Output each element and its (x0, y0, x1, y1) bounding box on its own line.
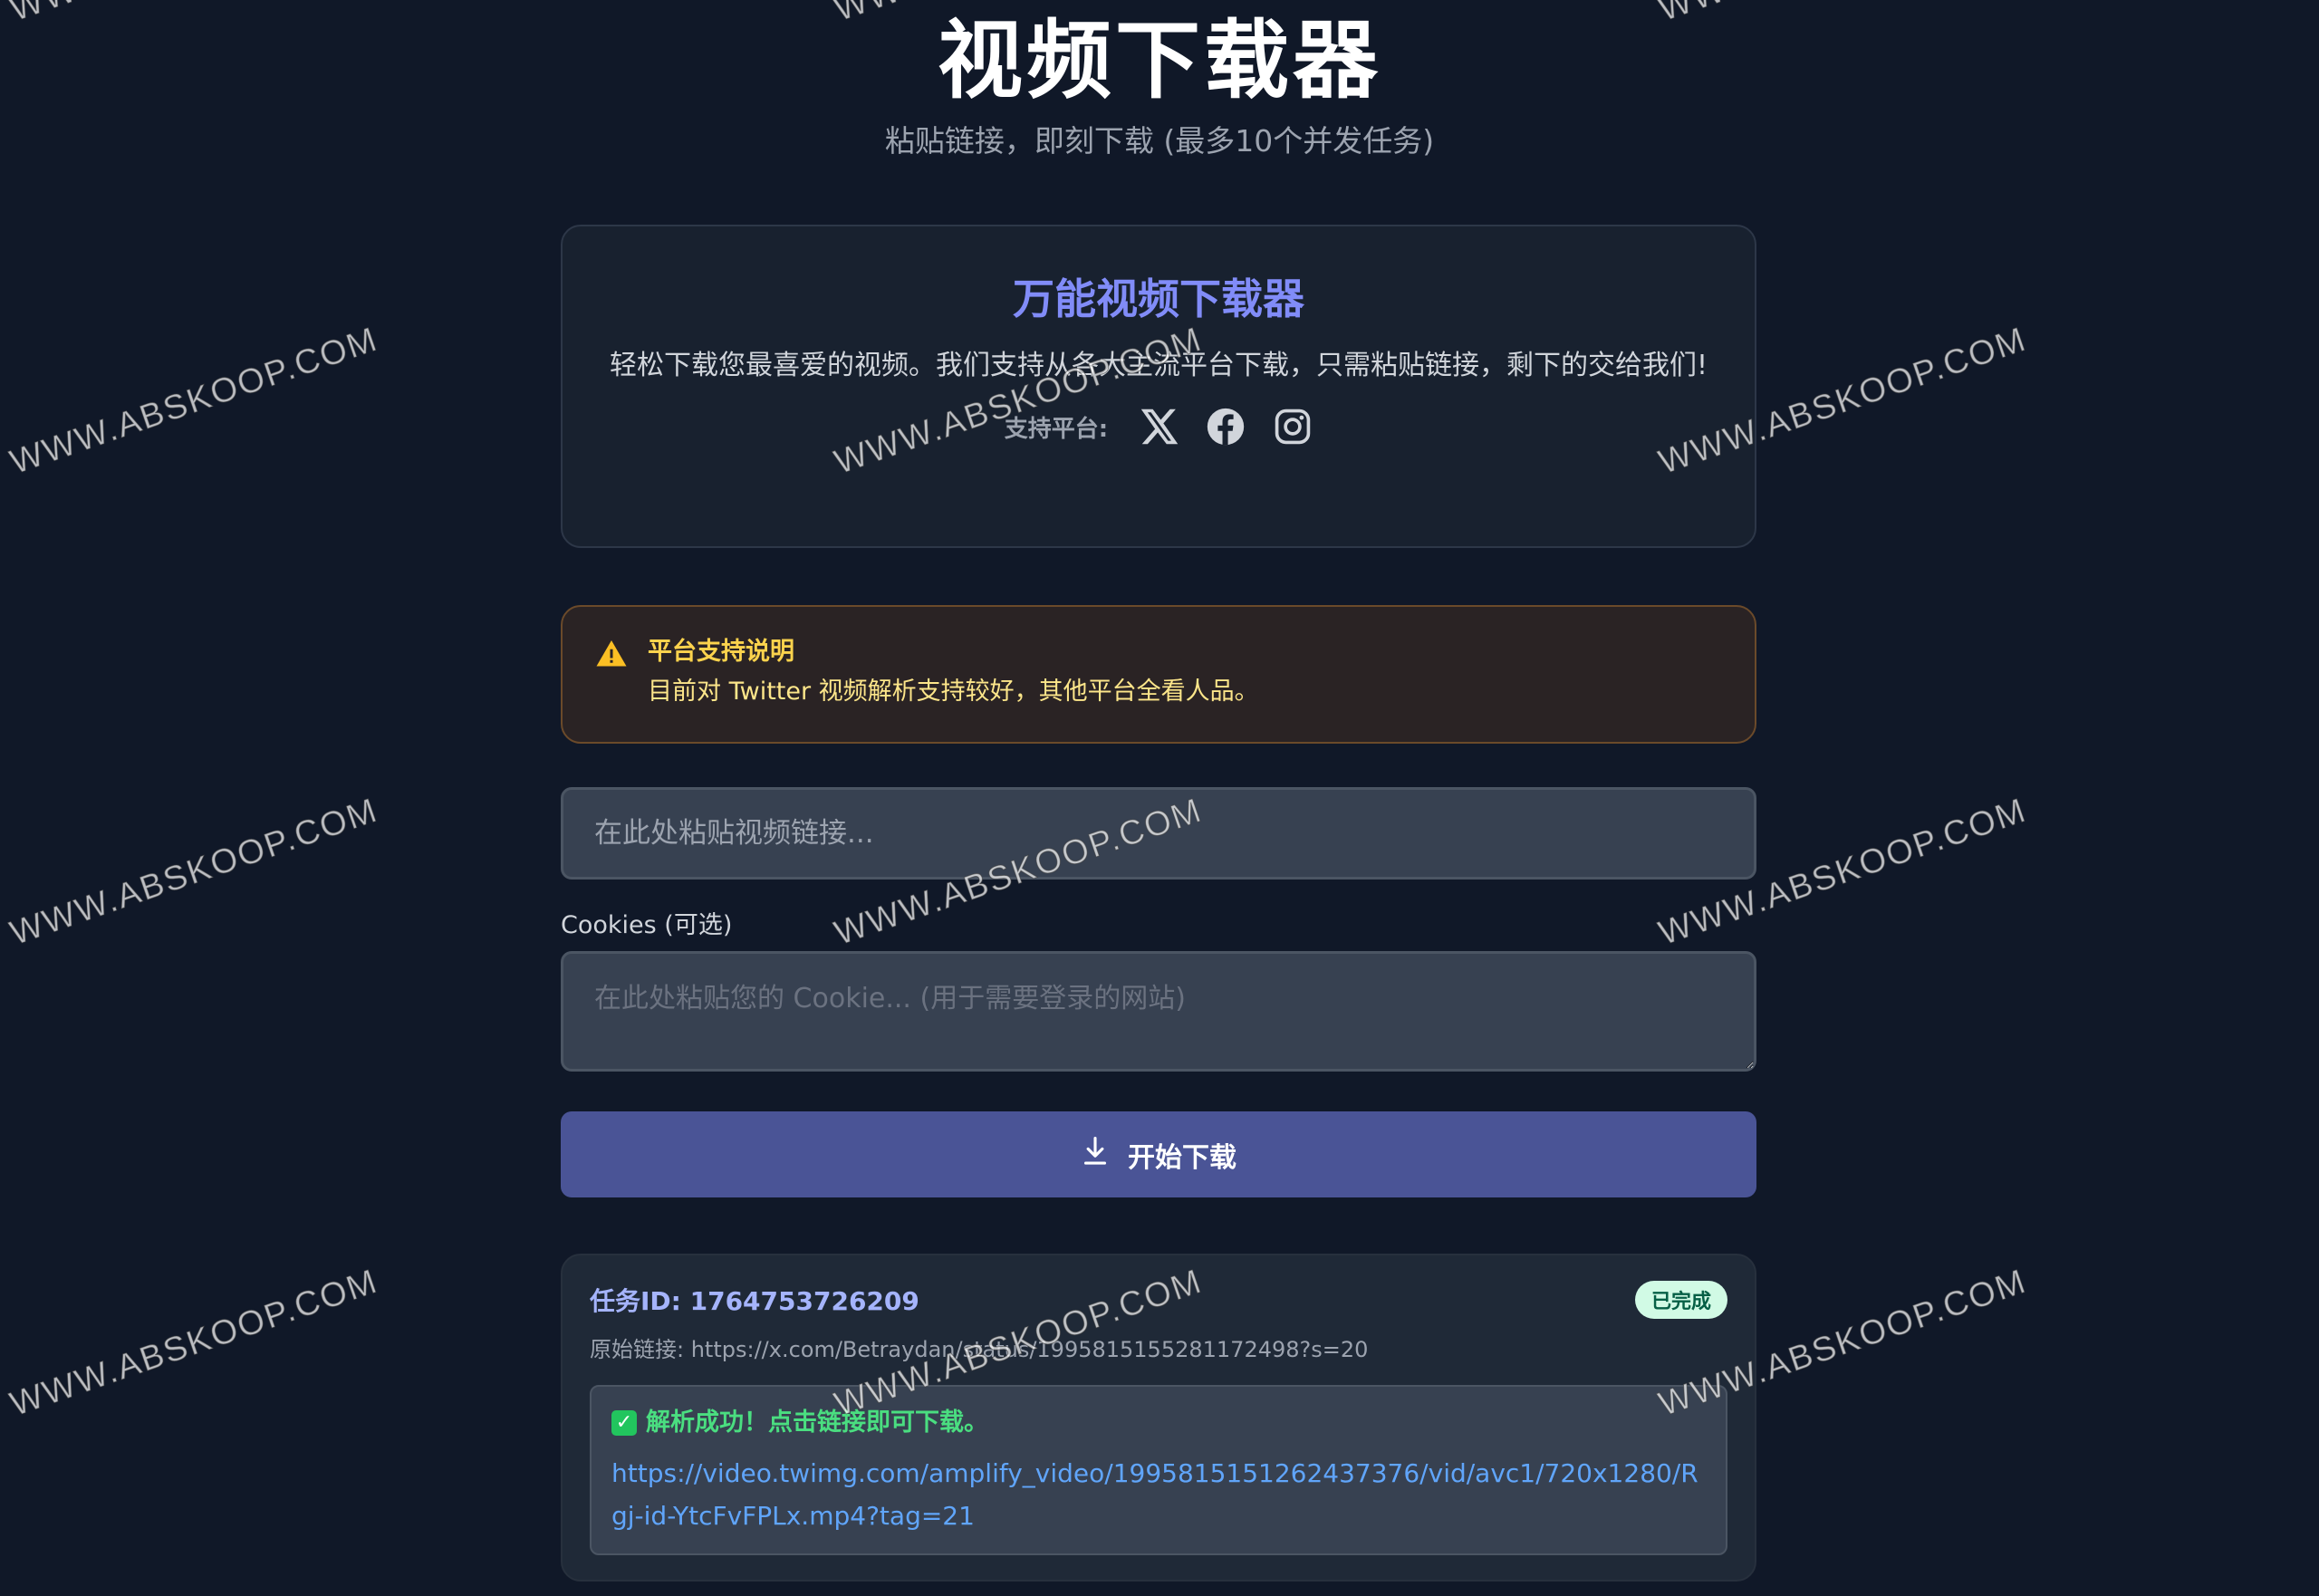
check-icon: ✓ (611, 1410, 637, 1436)
platforms-label: 支持平台: (1004, 415, 1109, 443)
download-icon (1081, 1136, 1110, 1174)
cookies-input[interactable] (561, 951, 1756, 1072)
task-id: 任务ID: 1764753726209 (590, 1286, 919, 1316)
intro-description: 轻松下载您最喜爱的视频。我们支持从各大主流平台下载，只需粘贴链接，剩下的交给我们… (609, 350, 1708, 381)
cookies-label: Cookies (可选) (561, 911, 733, 939)
instagram-icon (1273, 407, 1313, 447)
x-icon (1139, 407, 1179, 447)
status-badge: 已完成 (1634, 1281, 1727, 1319)
task-result: ✓ 解析成功！点击链接即可下载。 https://video.twimg.com… (590, 1385, 1727, 1555)
result-status: ✓ 解析成功！点击链接即可下载。 (611, 1403, 1706, 1443)
facebook-icon (1206, 407, 1246, 447)
platform-notice: 平台支持说明 目前对 Twitter 视频解析支持较好，其他平台全看人品。 (561, 605, 1756, 744)
watermark: WWW.ABSKOOP.COM (5, 320, 384, 483)
watermark: WWW.ABSKOOP.COM (5, 791, 384, 954)
intro-card: 万能视频下载器 轻松下载您最喜爱的视频。我们支持从各大主流平台下载，只需粘贴链接… (561, 225, 1756, 548)
intro-title: 万能视频下载器 (1013, 274, 1304, 323)
notice-body: 目前对 Twitter 视频解析支持较好，其他平台全看人品。 (648, 678, 1259, 706)
warning-icon (595, 638, 628, 670)
download-link[interactable]: https://video.twimg.com/amplify_video/19… (611, 1452, 1706, 1537)
page-subtitle: 粘贴链接，即刻下载 (最多10个并发任务) (884, 123, 1435, 159)
notice-title: 平台支持说明 (648, 638, 794, 666)
task-card: 任务ID: 1764753726209 已完成 原始链接: https://x.… (561, 1254, 1756, 1582)
watermark: WWW.ABSKOOP.COM (5, 1262, 384, 1425)
task-source-link: 原始链接: https://x.com/Betraydan/status/199… (590, 1337, 1369, 1362)
result-status-text: 解析成功！点击链接即可下载。 (646, 1409, 988, 1437)
page: 视频下载器 粘贴链接，即刻下载 (最多10个并发任务) 万能视频下载器 轻松下载… (0, 0, 2319, 1596)
start-download-label: 开始下载 (1128, 1141, 1236, 1174)
start-download-button[interactable]: 开始下载 (561, 1111, 1756, 1197)
page-title: 视频下载器 (937, 12, 1381, 111)
supported-platforms: 支持平台: (563, 407, 1755, 447)
video-url-input[interactable] (561, 787, 1756, 880)
